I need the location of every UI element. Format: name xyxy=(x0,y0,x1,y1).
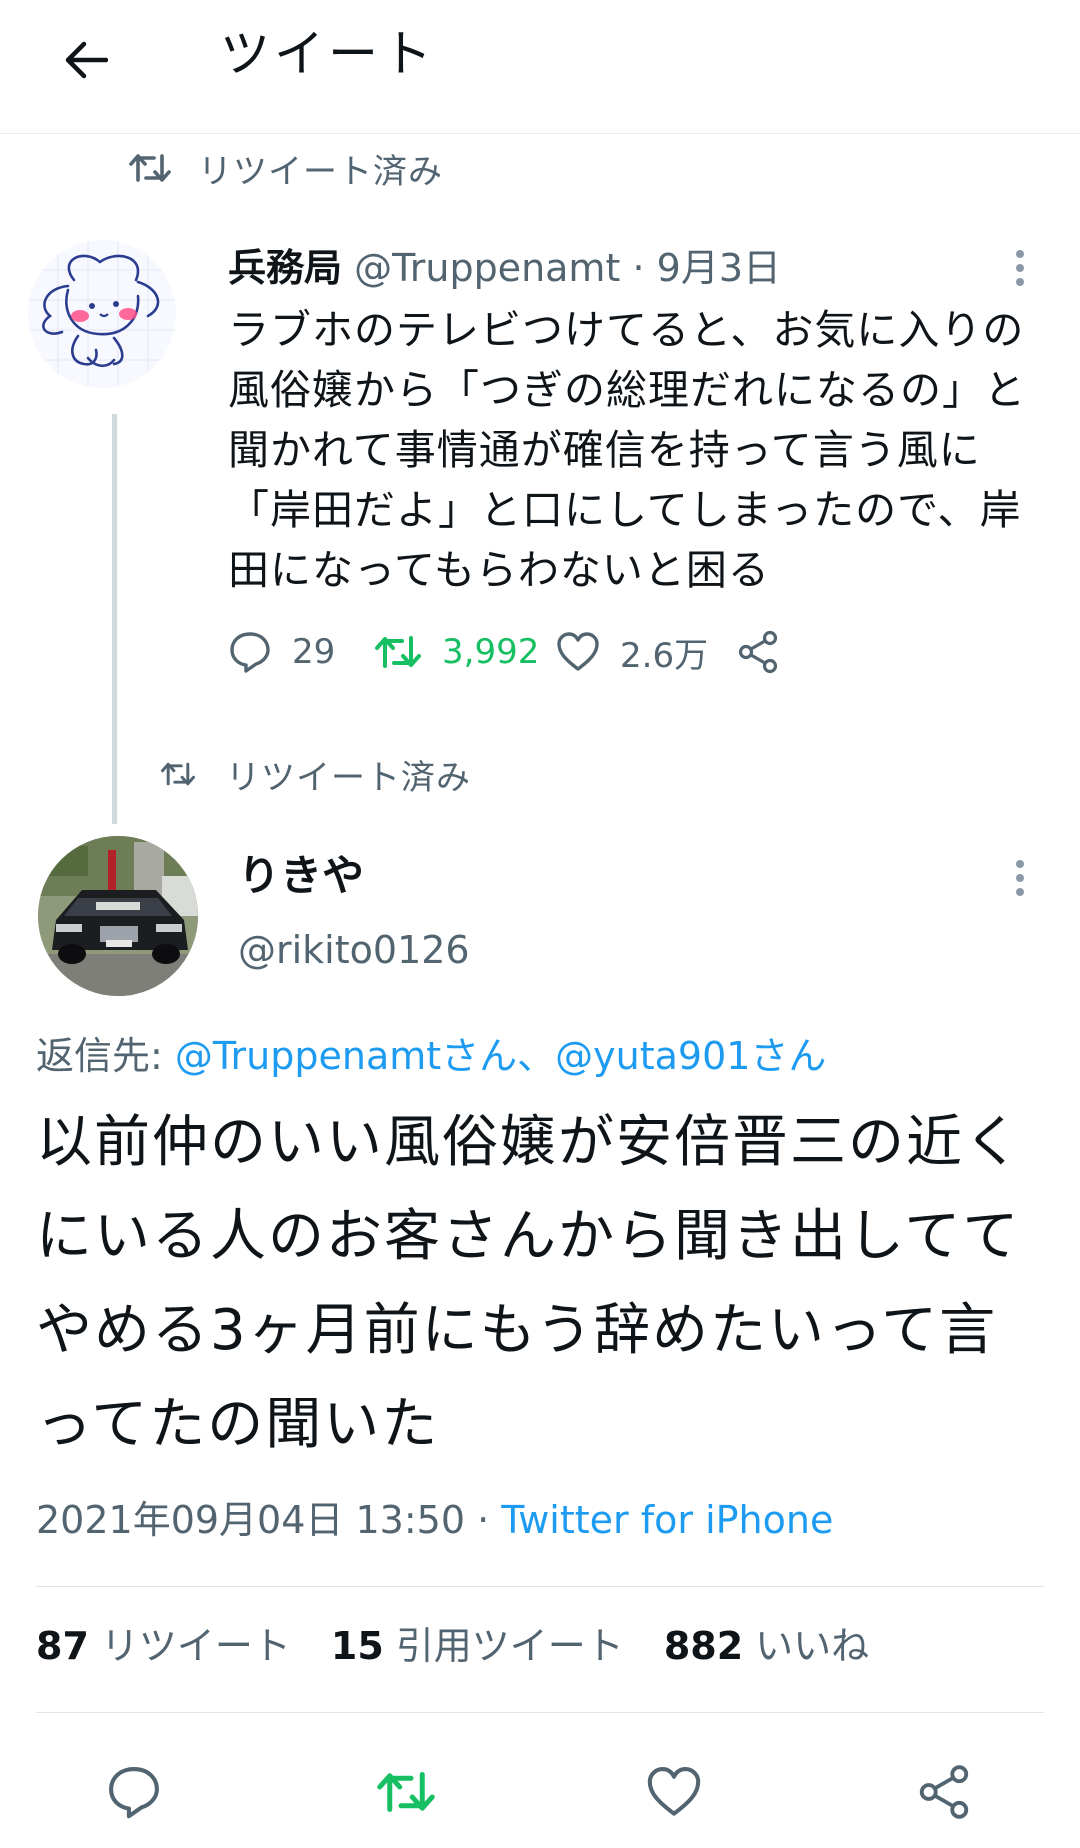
likes-count: 882 xyxy=(663,1624,744,1668)
avatar-photo xyxy=(38,836,198,996)
separator-dot: · xyxy=(477,1498,490,1542)
heart-icon xyxy=(647,1767,701,1816)
retweet-icon xyxy=(129,154,171,182)
like-button[interactable] xyxy=(634,1752,714,1832)
like-action[interactable]: 2.6万 xyxy=(556,622,708,682)
separator-dot: · xyxy=(632,246,645,290)
reply-prefix: 返信先: xyxy=(36,1034,163,1078)
top-bar: ツイート xyxy=(0,0,1080,134)
retweets-count: 87 xyxy=(36,1624,89,1668)
tweet-text: ラブホのテレビつけてると、お気に入りの風俗嬢から「つぎの総理だれになるの」と聞か… xyxy=(228,306,1026,594)
display-name[interactable]: 兵務局 xyxy=(228,246,342,290)
divider xyxy=(36,1586,1044,1587)
more-options-button[interactable] xyxy=(1000,240,1040,296)
reply-count: 29 xyxy=(292,632,336,672)
user-handle[interactable]: @rikito0126 xyxy=(238,922,470,978)
quotes-count: 15 xyxy=(330,1624,384,1668)
arrow-left-icon xyxy=(65,41,108,79)
retweets-stat[interactable]: 87 リツイート xyxy=(36,1624,331,1668)
tweet-actions: 29 3,992 2.6万 xyxy=(228,622,1048,682)
tweet-source-link[interactable]: Twitter for iPhone xyxy=(501,1498,833,1542)
quotes-label: 引用ツイート xyxy=(395,1624,624,1668)
retweet-icon xyxy=(377,1772,435,1812)
retweet-button[interactable] xyxy=(366,1752,446,1832)
more-vertical-icon xyxy=(1016,250,1024,286)
share-icon xyxy=(738,630,778,674)
share-icon xyxy=(919,1765,969,1819)
heart-icon xyxy=(557,632,599,671)
reply-targets-link[interactable]: @Truppenamtさん、@yuta901さん xyxy=(175,1034,827,1078)
retweet-context-label: リツイート済み xyxy=(226,757,471,798)
quotes-stat[interactable]: 15 引用ツイート xyxy=(331,1624,664,1668)
reply-button[interactable] xyxy=(94,1752,174,1832)
avatar[interactable] xyxy=(38,836,198,996)
more-vertical-icon xyxy=(1016,860,1024,896)
thread-connector xyxy=(112,414,117,824)
retweet-context: リツイート済み xyxy=(160,746,471,802)
tweet-timestamp[interactable]: 2021年09月04日 13:50 xyxy=(36,1498,465,1542)
avatar-illustration xyxy=(28,240,176,388)
tweet-action-bar xyxy=(0,1752,1080,1832)
avatar[interactable] xyxy=(28,240,176,388)
share-action[interactable] xyxy=(736,622,780,682)
retweets-label: リツイート xyxy=(100,1624,291,1668)
reply-icon xyxy=(109,1767,159,1819)
tweet-date[interactable]: 9月3日 xyxy=(657,246,781,290)
like-count: 2.6万 xyxy=(620,635,709,676)
engagement-stats: 87 リツイート 15 引用ツイート 882 いいね xyxy=(36,1616,909,1676)
page-title: ツイート xyxy=(220,25,436,83)
tweet-header: 兵務局 @Truppenamt · 9月3日 xyxy=(228,240,781,296)
tweet-text: 以前仲のいい風俗嬢が安倍晋三の近くにいる人のお客さんから聞き出しててやめる3ヶ月… xyxy=(36,1110,1022,1457)
replying-to: 返信先: @Truppenamtさん、@yuta901さん xyxy=(36,1028,826,1084)
retweet-context-label: リツイート済み xyxy=(198,151,443,192)
user-handle[interactable]: @Truppenamt xyxy=(354,246,620,290)
likes-stat[interactable]: 882 いいね xyxy=(664,1624,909,1668)
retweet-count: 3,992 xyxy=(442,632,540,672)
reply-action[interactable]: 29 xyxy=(228,622,335,682)
likes-label: いいね xyxy=(755,1624,870,1668)
retweet-icon xyxy=(375,636,421,668)
more-options-button[interactable] xyxy=(1000,850,1040,906)
tweet-meta: 2021年09月04日 13:50 · Twitter for iPhone xyxy=(36,1492,833,1548)
display-name[interactable]: りきや xyxy=(238,846,364,906)
retweet-icon xyxy=(160,762,196,786)
reply-icon xyxy=(230,632,270,673)
retweet-action[interactable]: 3,992 xyxy=(374,622,539,682)
divider xyxy=(36,1712,1044,1713)
back-button[interactable] xyxy=(54,28,118,92)
retweet-context: リツイート済み xyxy=(128,140,443,196)
share-button[interactable] xyxy=(904,1752,984,1832)
